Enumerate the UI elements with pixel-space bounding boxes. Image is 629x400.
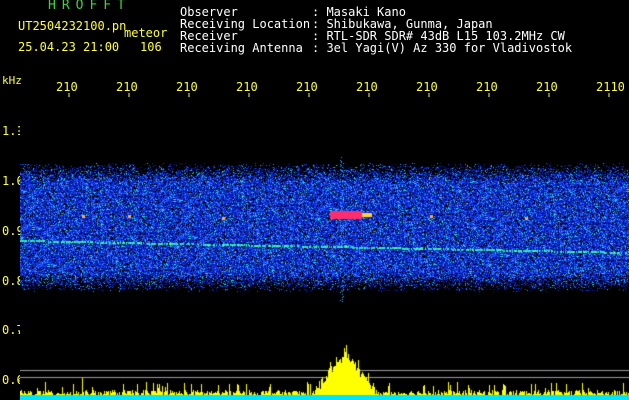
spectrogram-canvas xyxy=(20,97,629,400)
